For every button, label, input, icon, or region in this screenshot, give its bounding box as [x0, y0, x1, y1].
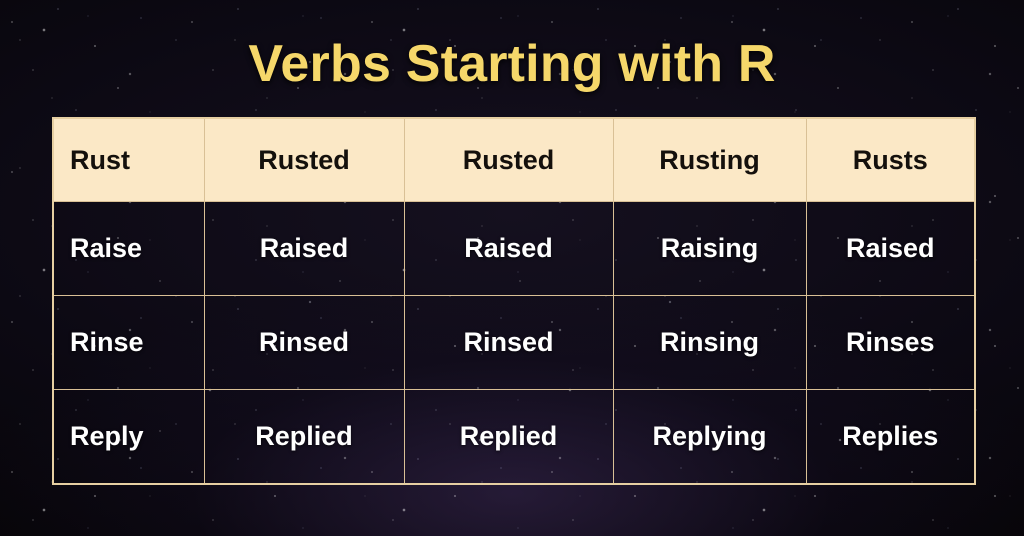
header-cell-third-person: Rusts: [805, 117, 976, 202]
cell-base: Reply: [52, 389, 205, 485]
header-cell-past: Rusted: [203, 117, 405, 202]
cell-past: Rinsed: [203, 295, 405, 390]
cell-third-person: Raised: [805, 201, 976, 296]
header-cell-past-participle: Rusted: [403, 117, 614, 202]
cell-base: Rinse: [52, 295, 205, 390]
header-cell-base: Rust: [52, 117, 205, 202]
table-header-row: Rust Rusted Rusted Rusting Rusts: [52, 117, 976, 202]
cell-past-participle: Raised: [403, 201, 614, 296]
verb-conjugation-table: Rust Rusted Rusted Rusting Rusts Raise R…: [52, 117, 976, 485]
poster-canvas: Verbs Starting with R Rust Rusted Rusted…: [0, 0, 1024, 536]
cell-past: Replied: [203, 389, 405, 485]
cell-past: Raised: [203, 201, 405, 296]
cell-third-person: Replies: [805, 389, 976, 485]
cell-base: Raise: [52, 201, 205, 296]
table-row: Reply Replied Replied Replying Replies: [52, 389, 976, 485]
table-row: Raise Raised Raised Raising Raised: [52, 201, 976, 296]
page-title: Verbs Starting with R: [248, 35, 776, 93]
cell-past-participle: Rinsed: [403, 295, 614, 390]
header-cell-present-participle: Rusting: [612, 117, 807, 202]
cell-present-participle: Rinsing: [612, 295, 807, 390]
table-row: Rinse Rinsed Rinsed Rinsing Rinses: [52, 295, 976, 390]
cell-third-person: Rinses: [805, 295, 976, 390]
cell-past-participle: Replied: [403, 389, 614, 485]
cell-present-participle: Raising: [612, 201, 807, 296]
cell-present-participle: Replying: [612, 389, 807, 485]
